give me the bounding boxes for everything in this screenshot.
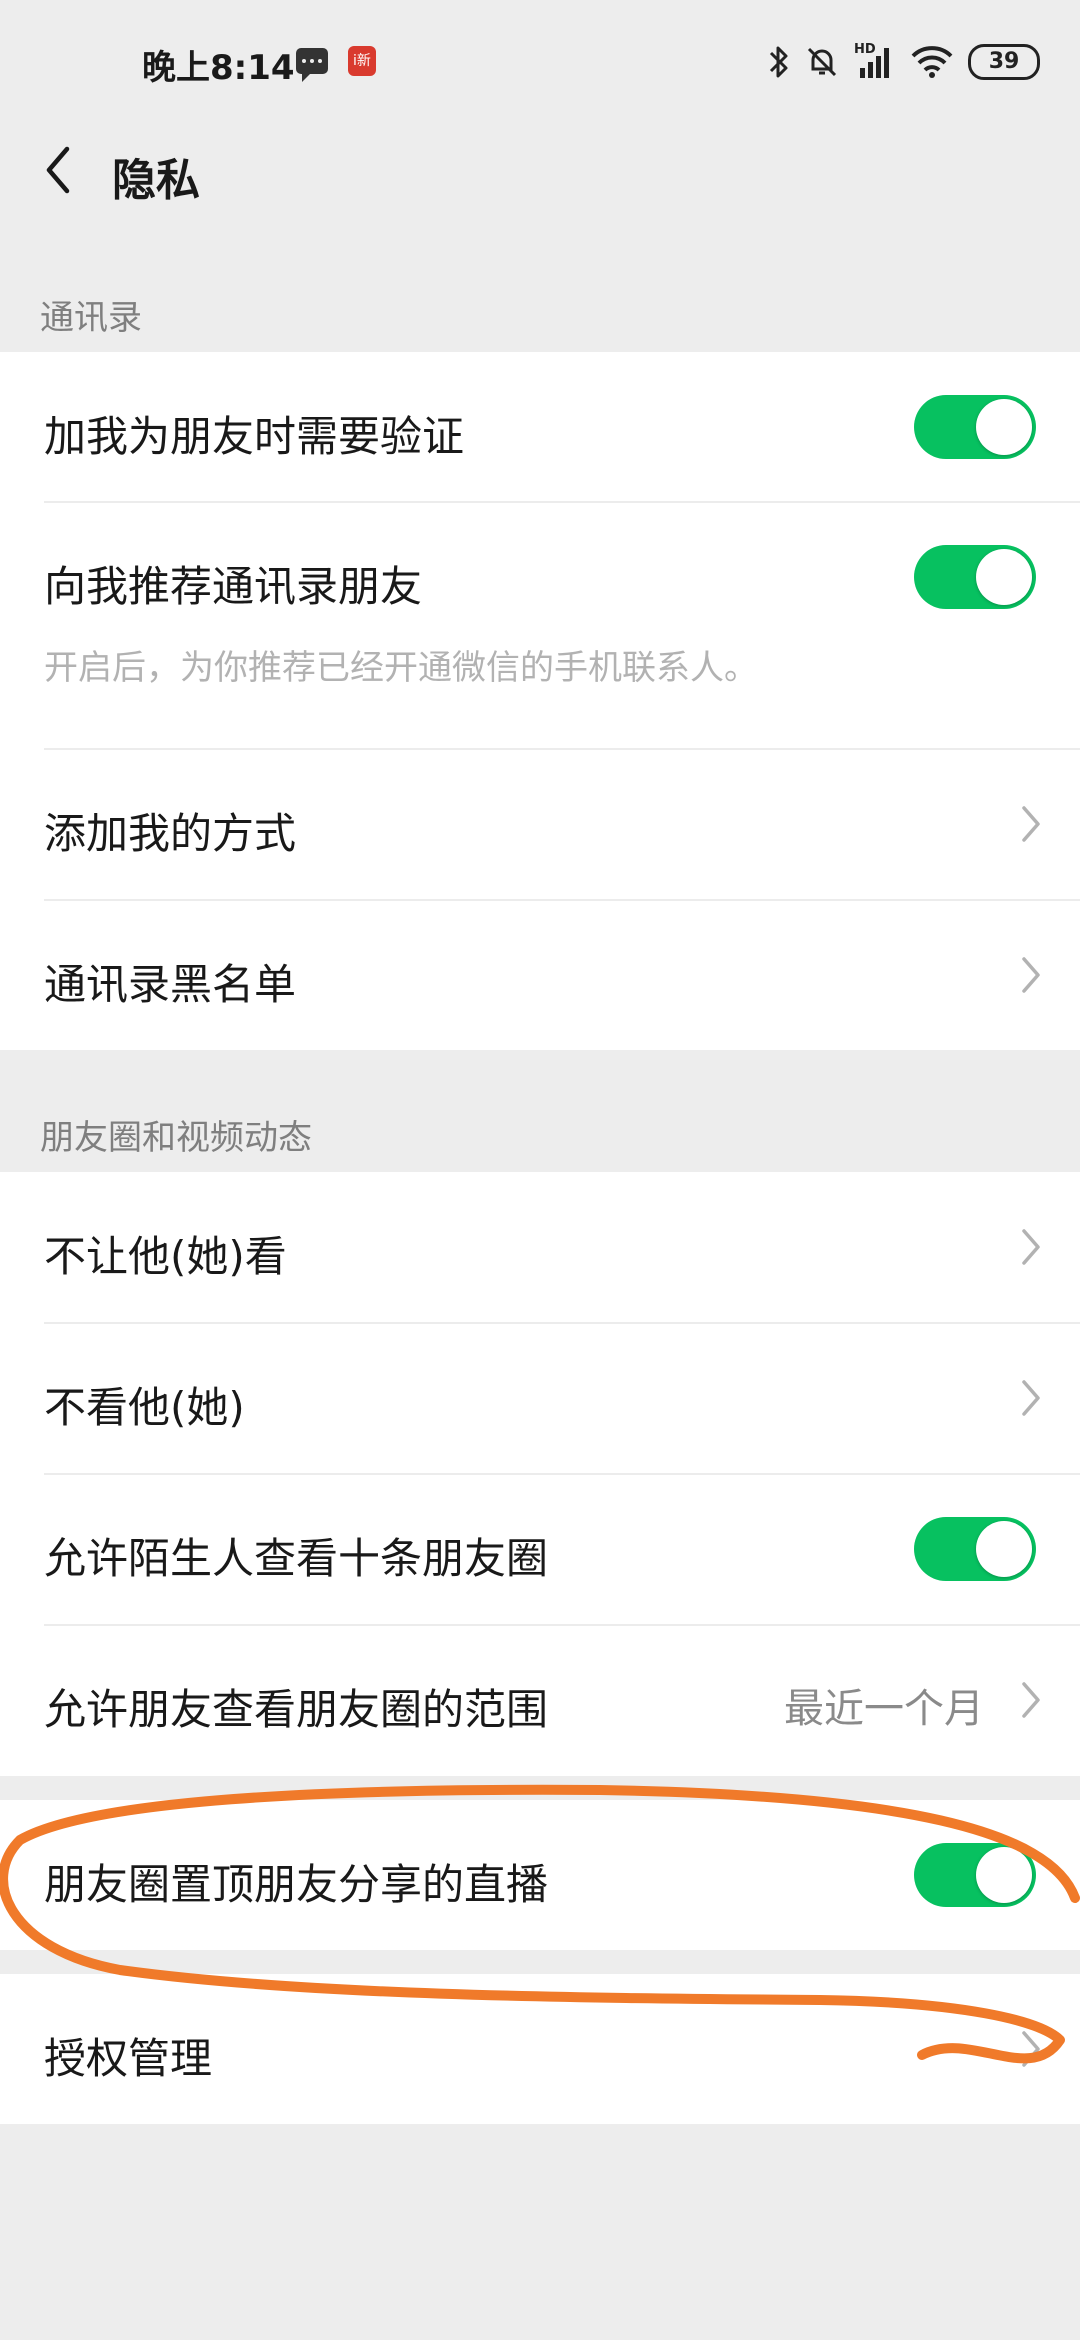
live-group: 朋友圈置顶朋友分享的直播 [0,1800,1080,1950]
row-pin-live-streams[interactable]: 朋友圈置顶朋友分享的直播 [0,1800,1080,1950]
moments-group: 不让他(她)看 不看他(她) 允许陌生人查看十条朋友圈 允许朋友查看朋友圈的范围… [0,1172,1080,1776]
row-contacts-blacklist[interactable]: 通讯录黑名单 [0,900,1080,1050]
battery-indicator: 39 [968,44,1040,80]
row-stranger-ten-posts[interactable]: 允许陌生人查看十条朋友圈 [0,1474,1080,1624]
toggle-knob [976,399,1032,455]
chevron-right-icon [1022,957,1040,993]
stranger-ten-posts-toggle[interactable] [914,1517,1036,1581]
row-label: 不看他(她) [44,1383,245,1432]
app-notification-icon: i新 [348,46,376,76]
toggle-knob [976,549,1032,605]
chevron-right-icon [1022,1682,1040,1718]
chevron-right-icon [1022,1229,1040,1265]
nav-bar: 隐私 [0,120,1080,220]
row-label: 不让他(她)看 [44,1232,287,1281]
row-label: 添加我的方式 [44,809,297,858]
back-arrow-icon [46,146,70,194]
row-add-me-methods[interactable]: 添加我的方式 [0,749,1080,899]
row-value: 最近一个月 [784,1686,984,1732]
toggle-knob [976,1521,1032,1577]
row-label: 授权管理 [44,2034,213,2083]
chevron-right-icon [1022,806,1040,842]
status-time: 晚上8:14 [142,48,295,88]
row-label: 通讯录黑名单 [44,960,297,1009]
row-description: 开启后，为你推荐已经开通微信的手机联系人。 [44,648,758,688]
chevron-right-icon [1022,2031,1040,2067]
row-label: 允许朋友查看朋友圈的范围 [44,1685,549,1734]
toggle-knob [976,1847,1032,1903]
friend-verification-toggle[interactable] [914,395,1036,459]
back-button[interactable] [26,138,90,202]
row-label: 朋友圈置顶朋友分享的直播 [44,1860,549,1909]
row-hide-their-moments[interactable]: 不看他(她) [0,1323,1080,1473]
bluetooth-icon [769,46,788,78]
mute-bell-icon [807,47,837,77]
row-authorization-management[interactable]: 授权管理 [0,1974,1080,2124]
auth-group: 授权管理 [0,1974,1080,2124]
wifi-icon [911,46,953,78]
status-bar: 晚上8:14 i新 HD 39 [0,0,1080,120]
chevron-right-icon [1022,1380,1040,1416]
message-notification-icon [296,48,328,82]
recommend-contacts-toggle[interactable] [914,545,1036,609]
status-icons: HD 39 [768,38,1040,86]
hd-signal-icon: HD [854,42,896,80]
section-header-moments: 朋友圈和视频动态 [40,1118,312,1158]
row-friend-verification[interactable]: 加我为朋友时需要验证 [0,352,1080,502]
page-title: 隐私 [112,155,200,206]
row-recommend-contacts[interactable]: 向我推荐通讯录朋友 开启后，为你推荐已经开通微信的手机联系人。 [0,502,1080,748]
contacts-group: 加我为朋友时需要验证 向我推荐通讯录朋友 开启后，为你推荐已经开通微信的手机联系… [0,352,1080,1050]
row-label: 加我为朋友时需要验证 [44,412,465,461]
section-header-contacts: 通讯录 [40,298,142,338]
row-hide-my-moments[interactable]: 不让他(她)看 [0,1172,1080,1322]
row-label: 向我推荐通讯录朋友 [44,562,423,611]
row-label: 允许陌生人查看十条朋友圈 [44,1534,549,1583]
pin-live-streams-toggle[interactable] [914,1843,1036,1907]
row-moments-visible-range[interactable]: 允许朋友查看朋友圈的范围 最近一个月 [0,1625,1080,1776]
